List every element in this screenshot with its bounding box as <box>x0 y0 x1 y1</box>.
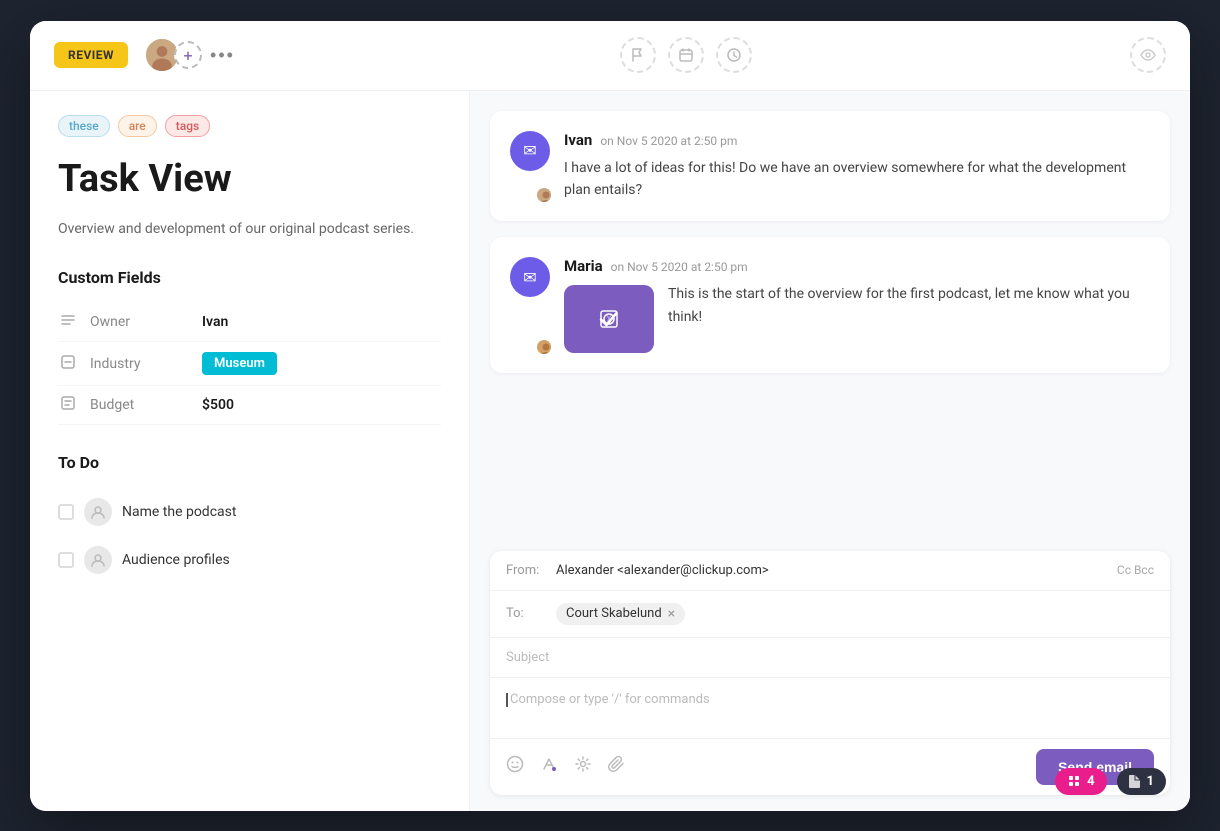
emoji-icon[interactable] <box>506 755 524 778</box>
text-cursor <box>506 693 508 707</box>
maria-comment-header: Maria on Nov 5 2020 at 2:50 pm <box>564 257 1150 275</box>
maria-sub-avatar <box>535 338 553 356</box>
flag-icon-button[interactable] <box>620 37 656 73</box>
ivan-timestamp: on Nov 5 2020 at 2:50 pm <box>600 134 737 148</box>
tag-are[interactable]: are <box>118 115 157 137</box>
ivan-comment-text: I have a lot of ideas for this! Do we ha… <box>564 157 1150 202</box>
main-content: these are tags Task View Overview and de… <box>30 91 1190 811</box>
eye-icon-button[interactable] <box>1130 37 1166 73</box>
ivan-name: Ivan <box>564 131 592 149</box>
add-avatar-button[interactable]: + <box>174 41 202 69</box>
review-badge[interactable]: REVIEW <box>54 42 128 68</box>
badge-figma-2[interactable]: 1 <box>1117 768 1166 795</box>
todo-section: To Do Name the podcast <box>58 453 441 584</box>
owner-field: Owner Ivan <box>58 303 441 342</box>
to-recipient-name: Court Skabelund <box>566 606 662 621</box>
budget-label: Budget <box>90 397 190 413</box>
compose-area[interactable]: Compose or type '/' for commands <box>490 678 1170 738</box>
tags-row: these are tags <box>58 115 441 137</box>
compose-placeholder: Compose or type '/' for commands <box>510 692 710 707</box>
comment-ivan: ✉ Ivan on Nov 5 2020 at 2:50 p <box>490 111 1170 222</box>
top-icons <box>243 37 1130 73</box>
maria-avatar: ✉ <box>510 257 550 297</box>
subject-placeholder: Subject <box>506 650 549 665</box>
todo-avatar-1 <box>84 498 112 526</box>
ivan-comment-header: Ivan on Nov 5 2020 at 2:50 pm <box>564 131 1150 149</box>
badge-count-2: 1 <box>1147 774 1154 789</box>
budget-value: $500 <box>202 397 234 413</box>
remove-recipient-button[interactable]: × <box>668 606 675 622</box>
budget-field: Budget $500 <box>58 386 441 425</box>
todo-title: To Do <box>58 453 441 472</box>
badge-figma[interactable]: 4 <box>1055 768 1106 795</box>
todo-checkbox-1[interactable] <box>58 504 74 520</box>
industry-label: Industry <box>90 356 190 372</box>
todo-avatar-2 <box>84 546 112 574</box>
ivan-avatar: ✉ <box>510 131 550 171</box>
owner-label: Owner <box>90 314 190 330</box>
maria-comment-text: This is the start of the overview for th… <box>668 283 1150 353</box>
to-label: To: <box>506 606 556 621</box>
ivan-sub-avatar <box>535 186 553 204</box>
industry-value[interactable]: Museum <box>202 352 277 375</box>
budget-icon <box>58 396 78 414</box>
todo-item-2: Audience profiles <box>58 536 441 584</box>
right-panel: ✉ Ivan on Nov 5 2020 at 2:50 p <box>470 91 1190 811</box>
todo-text-2: Audience profiles <box>122 552 230 568</box>
ivan-avatar-wrapper: ✉ <box>510 131 550 202</box>
maria-name: Maria <box>564 257 603 275</box>
from-row: From: Alexander <alexander@clickup.com> … <box>490 551 1170 591</box>
maria-avatar-wrapper: ✉ <box>510 257 550 353</box>
todo-checkbox-2[interactable] <box>58 552 74 568</box>
figma-icon-2 <box>1129 774 1141 788</box>
cc-bcc-button[interactable]: Cc Bcc <box>1117 563 1154 577</box>
settings-icon[interactable] <box>574 755 592 778</box>
comment-maria: ✉ Maria on Nov 5 2020 at 2:50 <box>490 237 1170 373</box>
owner-icon <box>58 313 78 331</box>
industry-icon <box>58 355 78 373</box>
calendar-icon-button[interactable] <box>668 37 704 73</box>
maria-timestamp: on Nov 5 2020 at 2:50 pm <box>611 260 748 274</box>
custom-fields-section: Custom Fields Owner Ivan <box>58 268 441 425</box>
clock-icon-button[interactable] <box>716 37 752 73</box>
to-row: To: Court Skabelund × <box>490 591 1170 638</box>
to-recipient-chip[interactable]: Court Skabelund × <box>556 603 685 625</box>
from-value: Alexander <alexander@clickup.com> <box>556 563 1117 578</box>
tag-tags[interactable]: tags <box>165 115 210 137</box>
industry-field: Industry Museum <box>58 342 441 386</box>
todo-item-1: Name the podcast <box>58 488 441 536</box>
from-label: From: <box>506 563 556 578</box>
avatar-group: + <box>144 37 202 73</box>
owner-value: Ivan <box>202 314 228 330</box>
top-bar: REVIEW + ••• <box>30 21 1190 91</box>
email-compose: From: Alexander <alexander@clickup.com> … <box>490 551 1170 795</box>
tag-these[interactable]: these <box>58 115 110 137</box>
maria-comment-body: Maria on Nov 5 2020 at 2:50 pm <box>564 257 1150 353</box>
floating-badges: 4 1 <box>1055 768 1166 795</box>
task-title: Task View <box>58 157 441 203</box>
figma-icon <box>1067 774 1081 788</box>
ivan-comment-body: Ivan on Nov 5 2020 at 2:50 pm I have a l… <box>564 131 1150 202</box>
maria-comment-content: This is the start of the overview for th… <box>564 283 1150 353</box>
comments-area: ✉ Ivan on Nov 5 2020 at 2:50 p <box>470 91 1190 535</box>
text-format-icon[interactable] <box>540 755 558 778</box>
todo-text-1: Name the podcast <box>122 504 236 520</box>
task-description: Overview and development of our original… <box>58 218 441 240</box>
attachment-thumbnail[interactable] <box>564 285 654 353</box>
subject-field[interactable]: Subject <box>490 638 1170 678</box>
custom-fields-title: Custom Fields <box>58 268 441 287</box>
badge-count-1: 4 <box>1087 774 1094 789</box>
more-options-button[interactable]: ••• <box>202 41 243 70</box>
left-panel: these are tags Task View Overview and de… <box>30 91 470 811</box>
attachment-icon[interactable] <box>608 755 626 778</box>
